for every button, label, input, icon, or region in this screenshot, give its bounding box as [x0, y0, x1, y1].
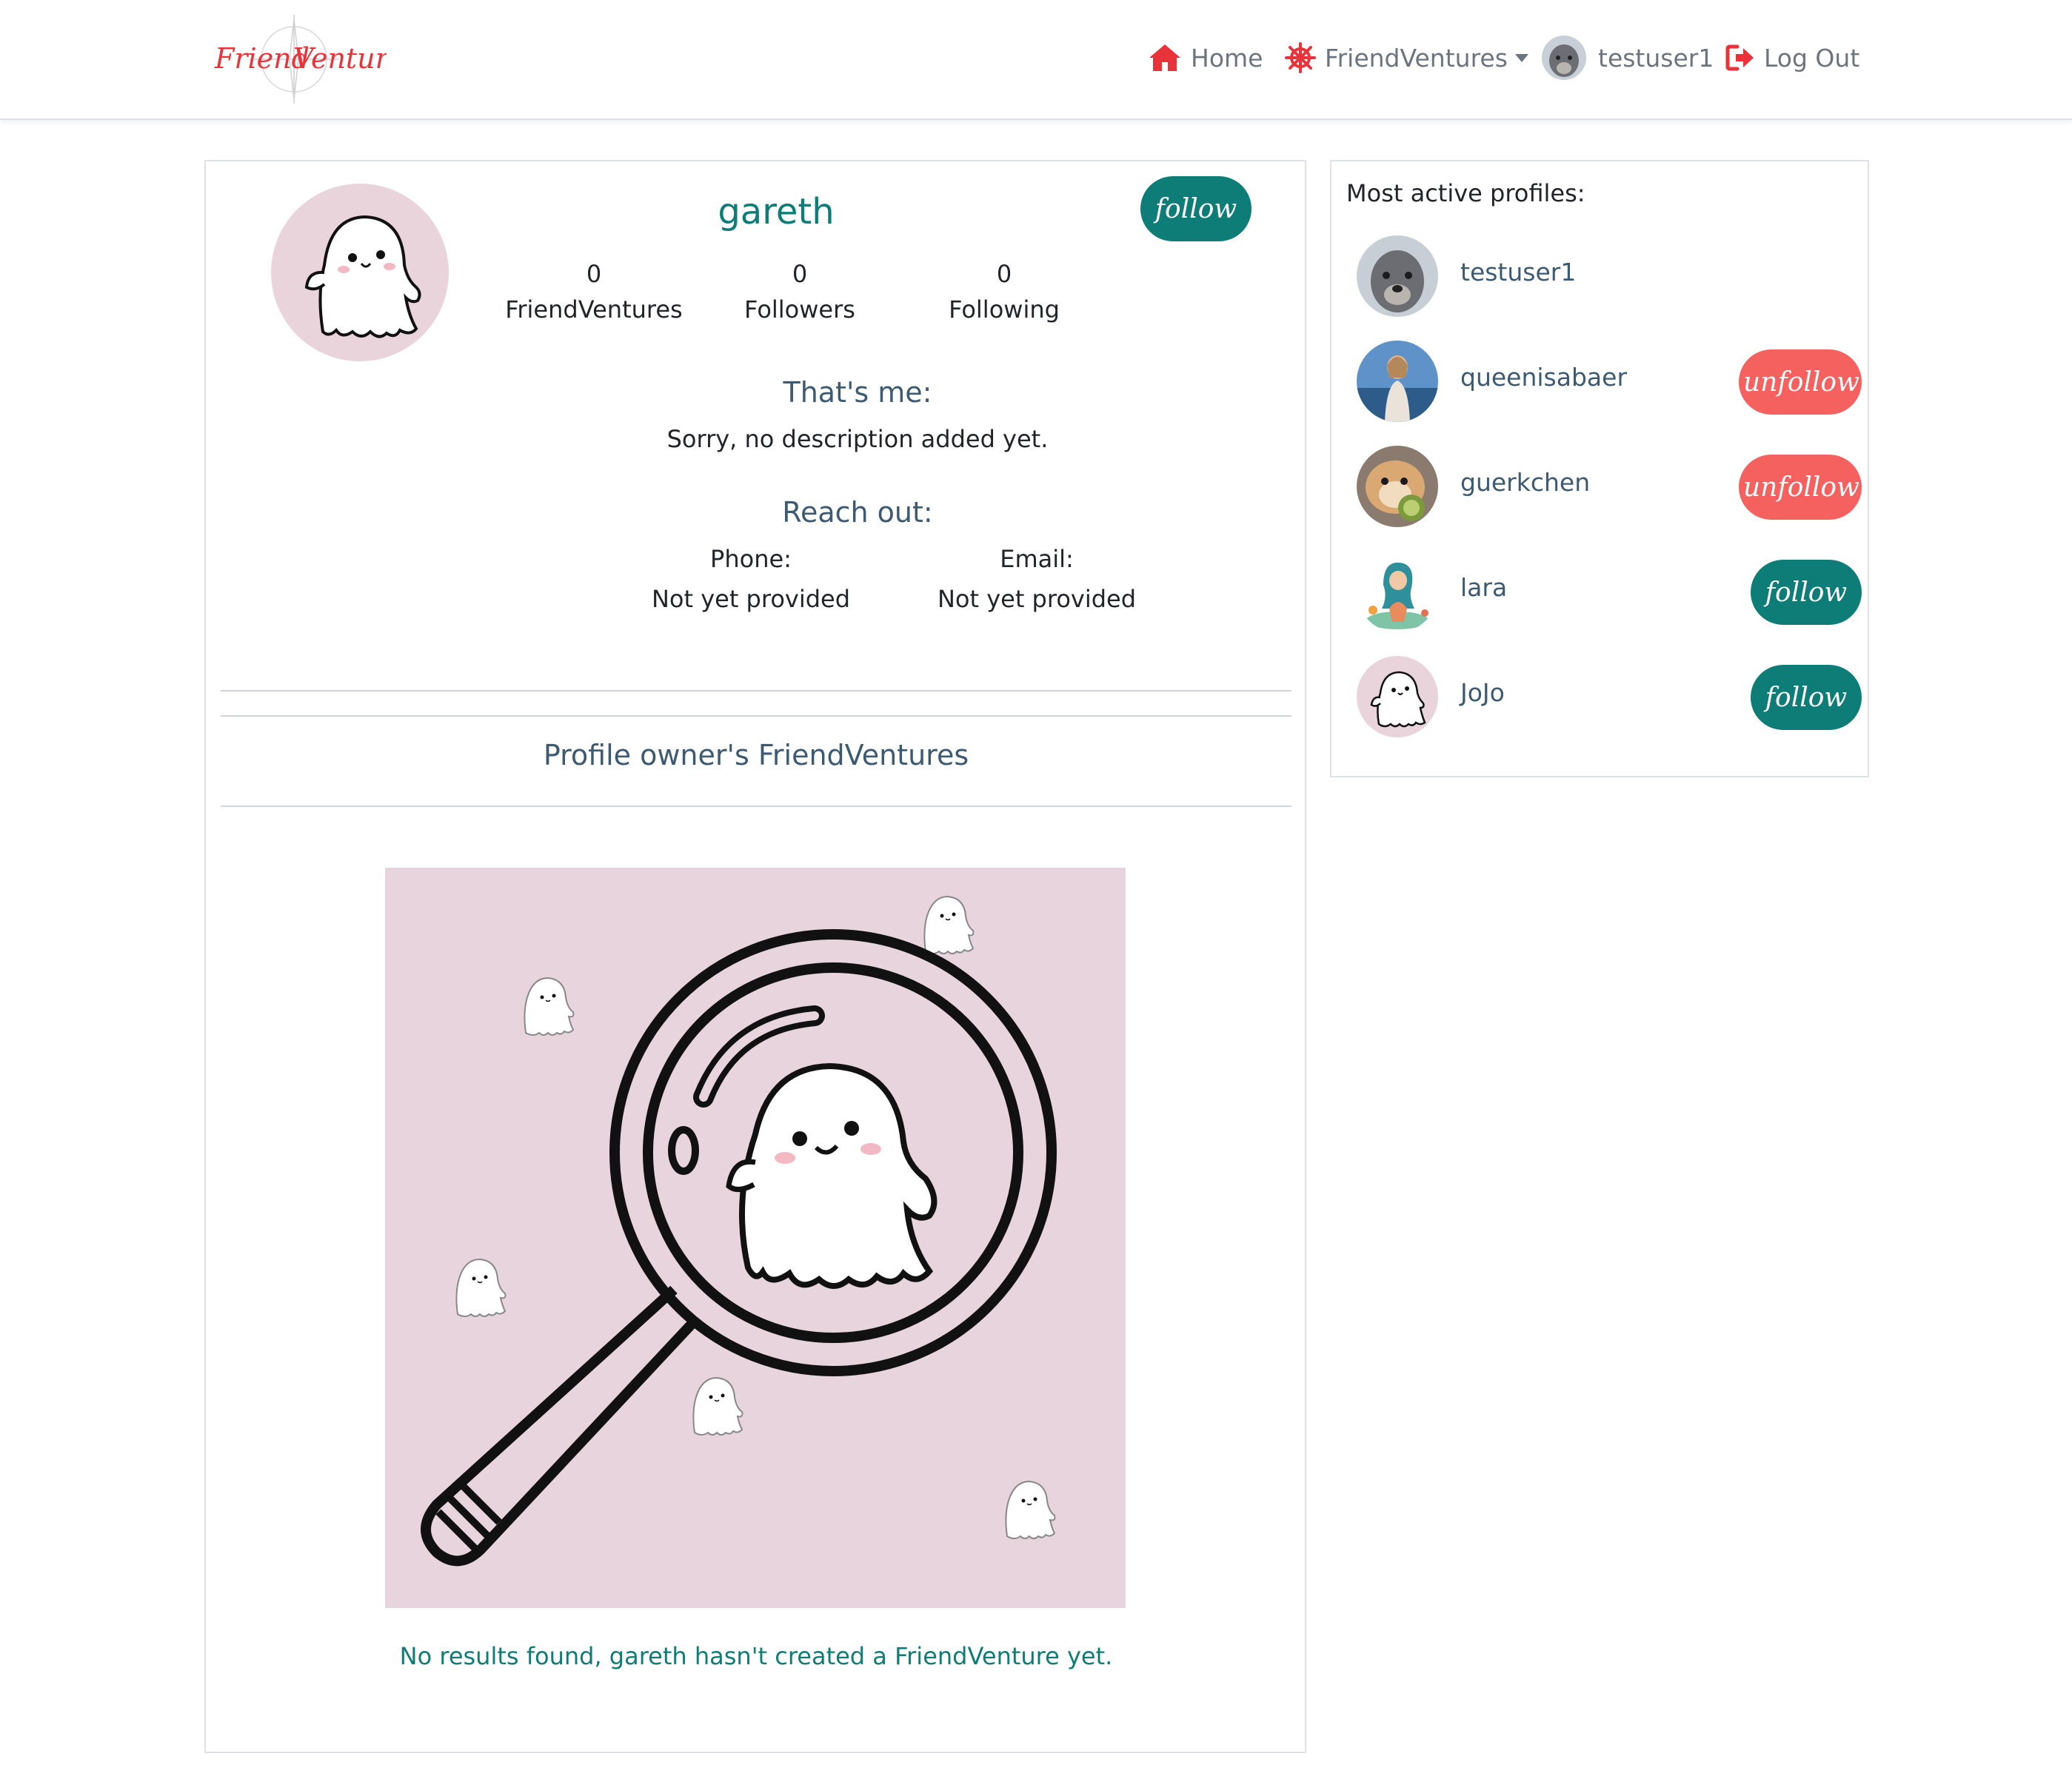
nav-friendventures-label: FriendVentures — [1325, 43, 1508, 73]
reach-out-title: Reach out: — [782, 496, 933, 529]
avatar[interactable] — [1357, 341, 1438, 422]
no-results-image — [385, 868, 1126, 1608]
navbar: Friend Venture Home FriendVentures — [0, 0, 2072, 120]
home-icon — [1148, 43, 1182, 73]
profile-name[interactable]: guerkchen — [1460, 468, 1590, 497]
follow-button[interactable]: follow — [1140, 176, 1251, 241]
avatar[interactable] — [1357, 551, 1438, 632]
profile-list-item[interactable]: guerkchen unfollow — [1357, 446, 1862, 529]
profile-list-item[interactable]: lara follow — [1357, 551, 1862, 634]
stat-label: FriendVentures — [505, 295, 683, 324]
email-value: Not yet provided — [937, 585, 1137, 613]
profile-username: gareth — [718, 191, 835, 232]
nav-user-link[interactable]: testuser1 — [1542, 36, 1714, 80]
logout-icon — [1725, 44, 1755, 72]
sidebar-title: Most active profiles: — [1346, 179, 1585, 207]
phone-value: Not yet provided — [651, 585, 851, 613]
profile-name[interactable]: lara — [1460, 573, 1507, 602]
profile-description: Sorry, no description added yet. — [666, 425, 1049, 453]
stat-value: 0 — [586, 260, 602, 288]
stat-following: 0 Following — [908, 256, 1100, 327]
stat-label: Following — [949, 295, 1060, 324]
divider — [221, 690, 1291, 691]
no-results-message: No results found, gareth hasn't created … — [399, 1642, 1113, 1670]
avatar — [1542, 36, 1586, 80]
friendventures-heading: Profile owner's FriendVentures — [543, 739, 969, 771]
profile-avatar — [271, 184, 449, 361]
nav-logout-link[interactable]: Log Out — [1725, 36, 1859, 80]
ship-wheel-icon — [1285, 42, 1316, 73]
nav-home-link[interactable]: Home — [1148, 36, 1263, 80]
nav-home-label: Home — [1191, 43, 1263, 73]
stat-value: 0 — [792, 260, 808, 288]
svg-text:Venture: Venture — [293, 42, 387, 75]
profile-card: gareth follow 0 FriendVentures 0 Followe… — [204, 160, 1306, 1753]
stat-friendventures: 0 FriendVentures — [498, 256, 690, 327]
follow-button[interactable]: follow — [1751, 560, 1862, 625]
unfollow-button[interactable]: unfollow — [1739, 349, 1862, 415]
profile-name[interactable]: queenisabaer — [1460, 363, 1627, 392]
avatar[interactable] — [1357, 656, 1438, 737]
stat-value: 0 — [996, 260, 1012, 288]
nav-friendventures-dropdown[interactable]: FriendVentures — [1285, 36, 1528, 80]
stat-label: Followers — [744, 295, 855, 324]
email-label: Email: — [1000, 545, 1074, 573]
follow-button[interactable]: follow — [1751, 665, 1862, 730]
phone-label: Phone: — [710, 545, 792, 573]
avatar[interactable] — [1357, 446, 1438, 527]
about-title: That's me: — [783, 376, 932, 409]
profile-name[interactable]: JoJo — [1460, 678, 1505, 707]
profile-name[interactable]: testuser1 — [1460, 258, 1576, 287]
divider — [221, 806, 1291, 807]
profile-list-item[interactable]: testuser1 — [1357, 235, 1851, 318]
chevron-down-icon — [1514, 53, 1528, 62]
nav-username: testuser1 — [1598, 43, 1714, 73]
profile-list-item[interactable]: queenisabaer unfollow — [1357, 341, 1862, 423]
stat-followers: 0 Followers — [704, 256, 896, 327]
nav-logout-label: Log Out — [1764, 43, 1860, 73]
divider — [221, 715, 1291, 717]
unfollow-button[interactable]: unfollow — [1739, 455, 1862, 520]
profile-list-item[interactable]: JoJo follow — [1357, 656, 1862, 739]
brand-logo[interactable]: Friend Venture — [209, 9, 405, 105]
most-active-profiles-card: Most active profiles: testuser1 queenisa… — [1330, 160, 1869, 777]
avatar[interactable] — [1357, 235, 1438, 317]
